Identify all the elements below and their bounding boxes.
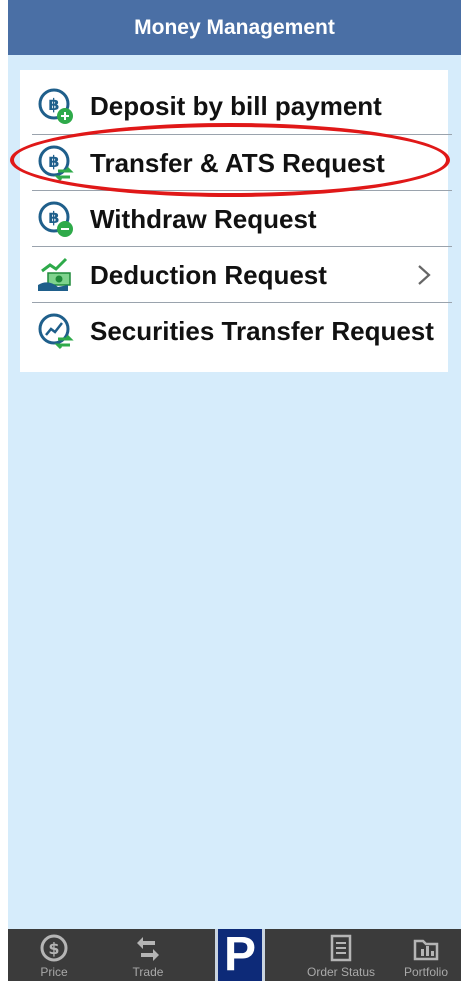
- tab-home-p[interactable]: P: [215, 929, 265, 981]
- menu-item-transfer-ats[interactable]: ฿ Transfer & ATS Request: [32, 135, 452, 191]
- arrows-icon: [137, 937, 159, 961]
- chart-transfer-icon: [34, 309, 78, 353]
- tab-label: Trade: [132, 965, 164, 979]
- svg-text:฿: ฿: [48, 95, 59, 114]
- header-bar: Money Management: [8, 0, 461, 55]
- svg-text:฿: ฿: [48, 152, 59, 171]
- bitcoin-minus-icon: ฿: [34, 197, 78, 241]
- menu-item-securities-transfer[interactable]: Securities Transfer Request: [32, 303, 452, 359]
- menu-item-label: Deduction Request: [90, 259, 327, 290]
- bitcoin-transfer-icon: ฿: [34, 141, 78, 185]
- tab-label: Order Status: [306, 965, 376, 979]
- page-title: Money Management: [134, 15, 335, 39]
- tab-order-status[interactable]: Order Status: [296, 929, 386, 981]
- menu-item-label: Securities Transfer Request: [90, 315, 434, 346]
- svg-text:$: $: [48, 939, 59, 958]
- tab-label: Price: [40, 965, 68, 979]
- menu-item-deduction[interactable]: Deduction Request: [32, 247, 452, 303]
- tab-label: Portfolio: [403, 965, 449, 979]
- dollar-coin-icon: $: [40, 934, 68, 962]
- menu-item-label: Transfer & ATS Request: [90, 147, 385, 178]
- tab-portfolio[interactable]: Portfolio: [392, 929, 460, 981]
- menu-item-withdraw[interactable]: ฿ Withdraw Request: [32, 191, 452, 247]
- folder-chart-icon: [413, 939, 439, 961]
- svg-text:฿: ฿: [48, 208, 59, 227]
- menu-item-label: Withdraw Request: [90, 203, 317, 234]
- menu-item-deposit[interactable]: ฿ Deposit by bill payment: [32, 78, 452, 134]
- menu-list: ฿ Deposit by bill payment ฿ Transfer & A…: [20, 70, 452, 372]
- tab-trade[interactable]: Trade: [108, 929, 188, 981]
- chevron-right-icon: [416, 263, 432, 292]
- menu-item-label: Deposit by bill payment: [90, 90, 382, 121]
- tab-price[interactable]: $ Price: [14, 929, 94, 981]
- checklist-icon: [330, 934, 352, 962]
- bitcoin-plus-icon: ฿: [34, 84, 78, 128]
- app-frame: Money Management ฿ Deposit by bill payme…: [8, 0, 461, 981]
- p-logo: P: [218, 929, 262, 981]
- money-hand-chart-icon: [34, 253, 78, 297]
